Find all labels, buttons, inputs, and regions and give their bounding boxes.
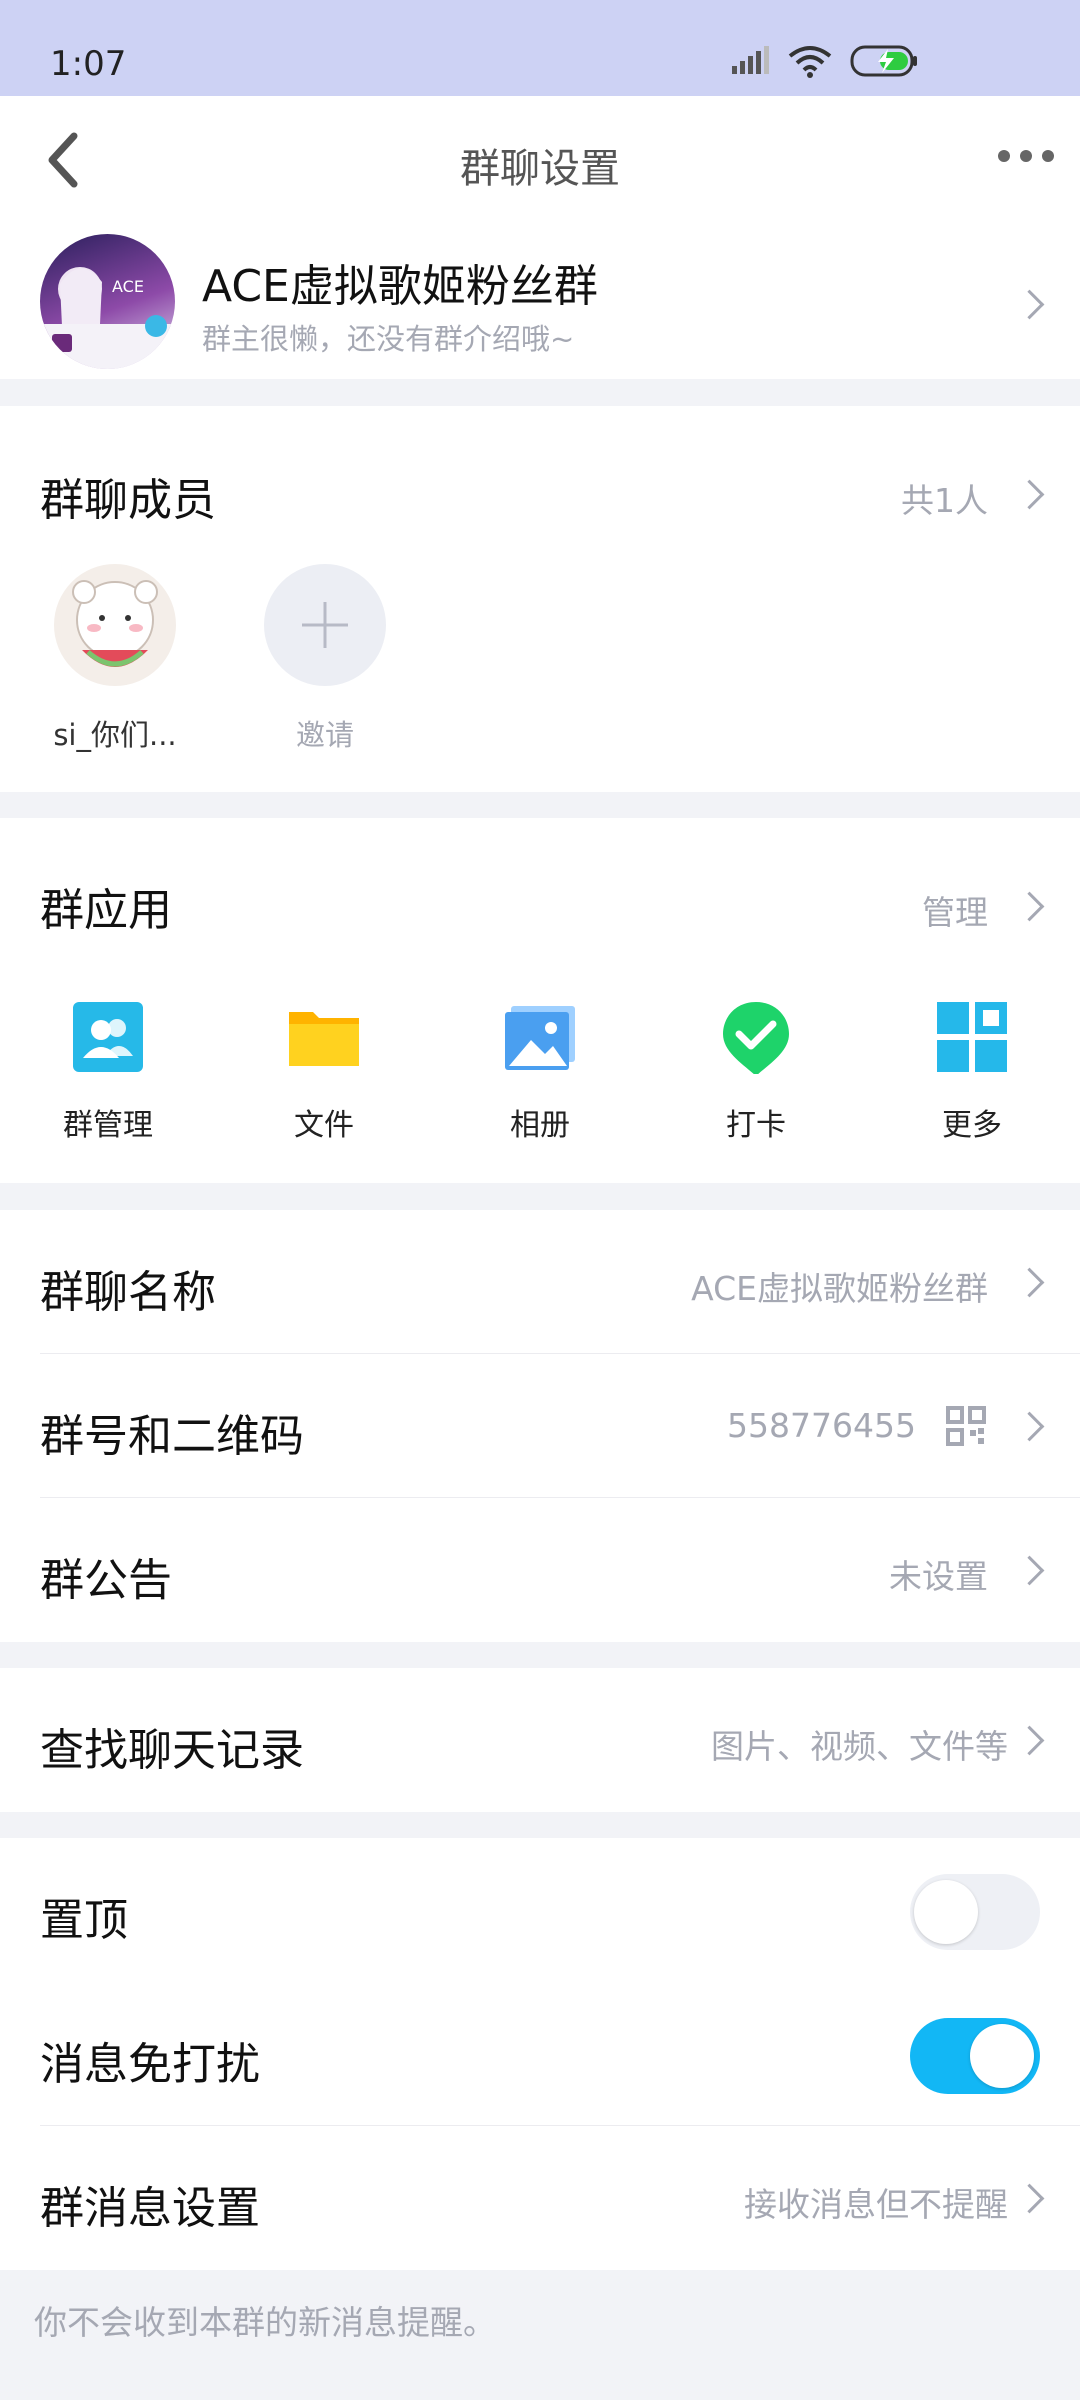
- chevron-right-icon: [1014, 1725, 1045, 1756]
- toggle-knob: [970, 2024, 1034, 2088]
- member-name: si_你们...: [53, 718, 177, 752]
- grid-icon: [937, 1002, 1007, 1072]
- album-icon: [505, 1006, 575, 1070]
- members-title: 群聊成员: [40, 475, 216, 526]
- invite-button[interactable]: 邀请: [250, 564, 400, 754]
- chevron-right-icon: [1014, 891, 1045, 922]
- setting-search-history[interactable]: 查找聊天记录 图片、视频、文件等: [0, 1668, 1080, 1812]
- chevron-right-icon: [1014, 289, 1045, 320]
- members-card: 群聊成员 共1人 si_你们... 邀请: [0, 406, 1080, 792]
- checkin-icon: [723, 1002, 789, 1076]
- wifi-icon: [788, 46, 832, 78]
- app-label: 群管理: [63, 1108, 153, 1143]
- more-dot: [998, 150, 1010, 162]
- folder-icon: [289, 1012, 359, 1066]
- setting-label: 群公告: [40, 1555, 172, 1606]
- app-album[interactable]: 相册: [460, 1000, 620, 1144]
- footer-note: 你不会收到本群的新消息提醒。: [34, 2303, 496, 2342]
- member-item[interactable]: si_你们...: [40, 564, 190, 754]
- setting-group-number[interactable]: 群号和二维码 558776455: [0, 1354, 1080, 1498]
- chevron-right-icon: [1014, 479, 1045, 510]
- group-info-card[interactable]: ACE ACE虚拟歌姬粉丝群 群主很懒，还没有群介绍哦~: [0, 224, 1080, 379]
- setting-label: 群聊名称: [40, 1267, 216, 1318]
- more-dot: [1020, 150, 1032, 162]
- apps-title: 群应用: [40, 885, 172, 936]
- chevron-right-icon: [1014, 1555, 1045, 1586]
- app-label: 文件: [294, 1108, 354, 1143]
- chevron-right-icon: [1014, 2183, 1045, 2214]
- app-label: 相册: [510, 1108, 570, 1143]
- apps-card: 群应用 管理 群管理 文件 相册 打卡 更多: [0, 818, 1080, 1183]
- setting-label: 群号和二维码: [40, 1411, 304, 1462]
- more-options-icon[interactable]: [998, 150, 1054, 162]
- setting-mute: 消息免打扰: [0, 1982, 1080, 2126]
- chevron-right-icon: [1014, 1267, 1045, 1298]
- app-group-manage[interactable]: 群管理: [28, 1000, 188, 1144]
- qr-code-icon: [946, 1406, 986, 1446]
- group-avatar: ACE: [40, 234, 175, 369]
- setting-message-settings[interactable]: 群消息设置 接收消息但不提醒: [0, 2126, 1080, 2270]
- setting-pin: 置顶: [0, 1838, 1080, 1982]
- nav-bar: 群聊设置: [0, 96, 1080, 224]
- app-label: 更多: [942, 1108, 1002, 1143]
- setting-value: 图片、视频、文件等: [711, 1727, 1008, 1766]
- group-name: ACE虚拟歌姬粉丝群: [202, 261, 598, 312]
- setting-notice[interactable]: 群公告 未设置: [0, 1498, 1080, 1642]
- apps-manage-link[interactable]: 管理: [922, 886, 988, 934]
- setting-label: 消息免打扰: [40, 2039, 260, 2090]
- app-checkin[interactable]: 打卡: [676, 1000, 836, 1144]
- setting-label: 群消息设置: [40, 2183, 260, 2234]
- app-more[interactable]: 更多: [892, 1000, 1052, 1144]
- more-dot: [1042, 150, 1054, 162]
- status-bar: 1:07: [0, 0, 1080, 96]
- setting-label: 查找聊天记录: [40, 1725, 304, 1776]
- chevron-right-icon: [1014, 1411, 1045, 1442]
- app-files[interactable]: 文件: [244, 1000, 404, 1144]
- group-avatar-art-icon: ACE: [40, 267, 175, 369]
- group-manage-icon: [73, 1002, 143, 1072]
- plus-icon: [264, 564, 386, 686]
- status-time: 1:07: [50, 44, 127, 84]
- page-title: 群聊设置: [460, 146, 620, 192]
- setting-value: ACE虚拟歌姬粉丝群: [691, 1269, 988, 1308]
- group-intro: 群主很懒，还没有群介绍哦~: [202, 322, 575, 356]
- setting-value: 接收消息但不提醒: [744, 2185, 1008, 2224]
- setting-label: 置顶: [40, 1895, 128, 1946]
- pin-toggle[interactable]: [910, 1874, 1040, 1950]
- member-avatar-art-icon: [72, 580, 158, 667]
- setting-value: 558776455: [727, 1406, 916, 1445]
- invite-label: 邀请: [295, 718, 354, 752]
- svg-text:ACE: ACE: [112, 277, 144, 296]
- signal-icon: [732, 46, 769, 74]
- status-icons: [730, 44, 920, 78]
- members-count[interactable]: 共1人: [901, 474, 988, 522]
- battery-icon: [850, 45, 917, 77]
- app-label: 打卡: [726, 1108, 786, 1143]
- setting-value: 未设置: [889, 1557, 988, 1596]
- group-badge: [145, 315, 167, 337]
- mute-toggle[interactable]: [910, 2018, 1040, 2094]
- member-avatar: [54, 564, 176, 686]
- toggle-knob: [914, 1880, 978, 1944]
- setting-group-name[interactable]: 群聊名称 ACE虚拟歌姬粉丝群: [0, 1210, 1080, 1354]
